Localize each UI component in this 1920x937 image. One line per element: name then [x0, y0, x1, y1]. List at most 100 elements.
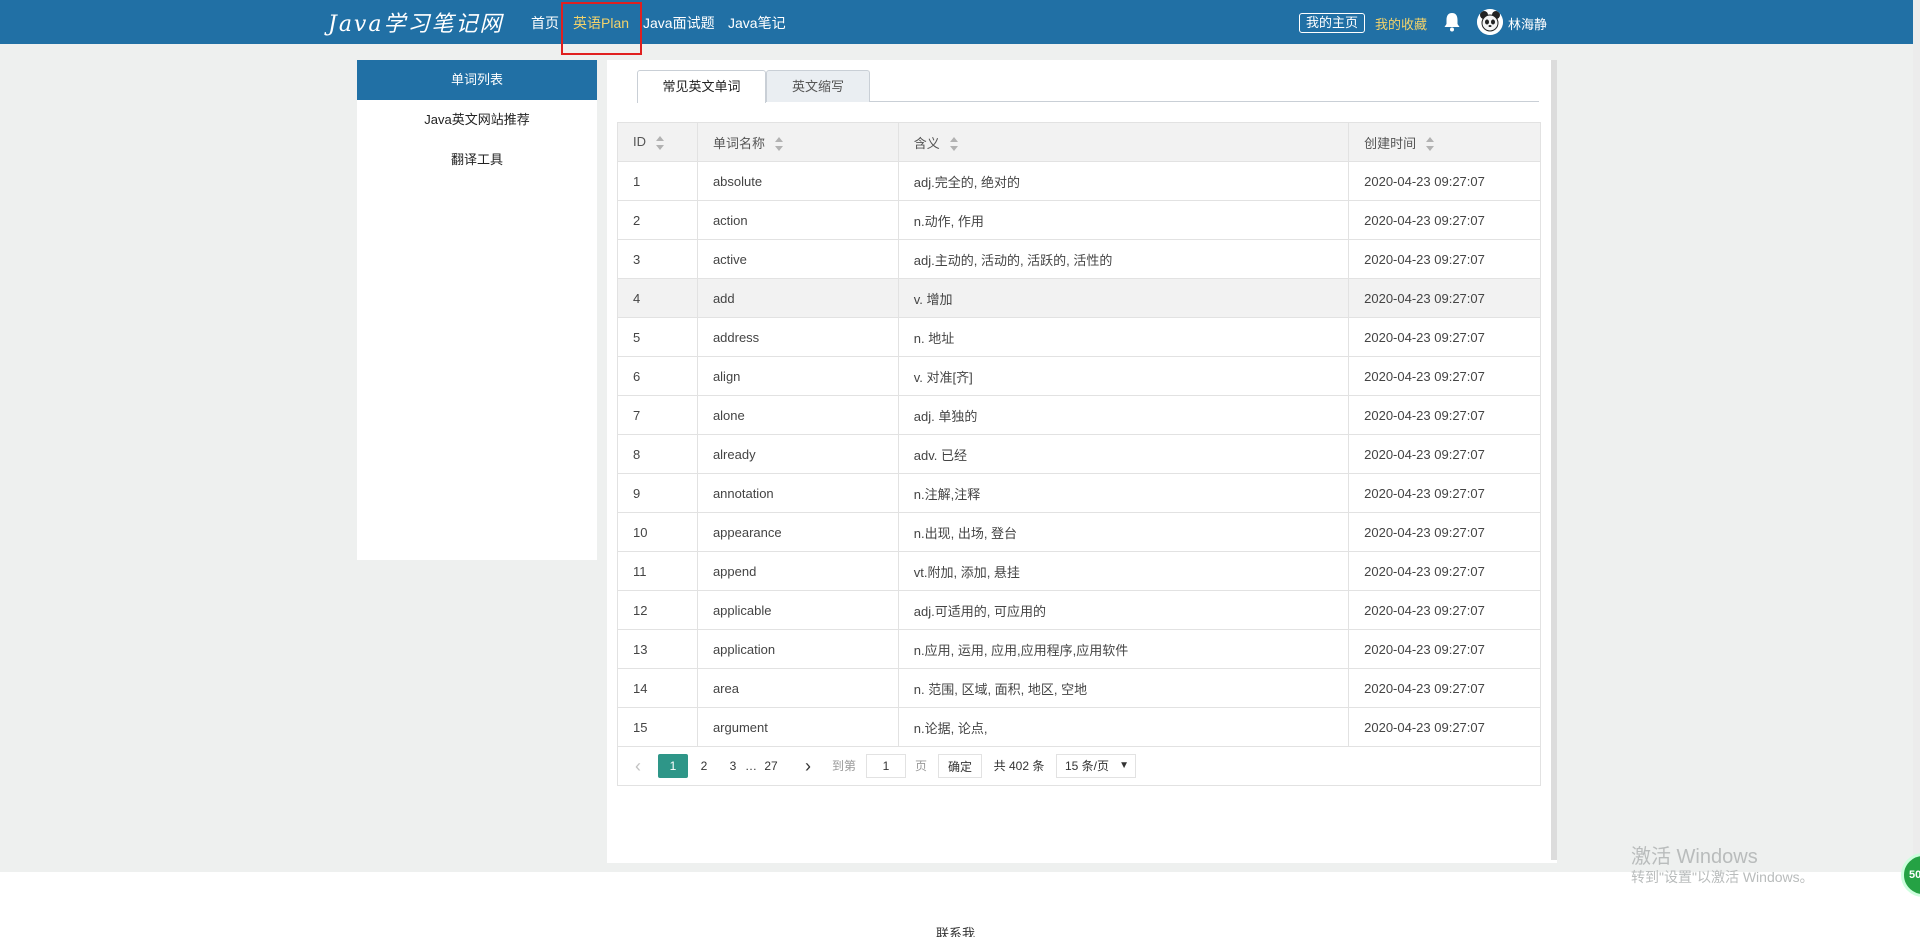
cell-id: 15: [617, 707, 698, 747]
cell-meaning: n.动作, 作用: [897, 200, 1350, 240]
contact-link[interactable]: 联系我: [936, 923, 975, 937]
cell-word: alone: [696, 395, 899, 435]
cell-id: 4: [617, 278, 698, 318]
cell-word: absolute: [696, 161, 899, 201]
nav-home[interactable]: 首页: [531, 13, 559, 33]
cell-id: 9: [617, 473, 698, 513]
cell-word: argument: [696, 707, 899, 747]
user-avatar[interactable]: [1477, 9, 1503, 35]
cell-id: 5: [617, 317, 698, 357]
cell-word: action: [696, 200, 899, 240]
goto-confirm-button[interactable]: 确定: [938, 754, 982, 778]
table-row[interactable]: 11 append vt.附加, 添加, 悬挂 2020-04-23 09:27:07: [617, 551, 1541, 591]
sort-icon[interactable]: [949, 137, 958, 152]
cell-created: 2020-04-23 09:27:07: [1348, 434, 1541, 474]
table-row[interactable]: 10 appearance n.出现, 出场, 登台 2020-04-23 09:27…: [617, 512, 1541, 552]
cell-created: 2020-04-23 09:27:07: [1348, 161, 1541, 201]
cell-id: 10: [617, 512, 698, 552]
my-favorites-link[interactable]: 我的收藏: [1375, 14, 1427, 33]
total-count: 共 402 条: [993, 759, 1045, 773]
table-row[interactable]: 5 address n. 地址 2020-04-23 09:27:07: [617, 317, 1541, 357]
table-row[interactable]: 14 area n. 范围, 区域, 面积, 地区, 空地 2020-04-23 09…: [617, 668, 1541, 708]
bell-icon[interactable]: [1443, 12, 1461, 32]
col-header-id[interactable]: ID: [617, 122, 698, 162]
page-1-button[interactable]: 1: [658, 754, 688, 778]
highlight-box: [561, 2, 642, 55]
page-size-select[interactable]: 15 条/页 ▼: [1056, 754, 1136, 778]
cell-word: append: [696, 551, 899, 591]
tab-bar: 常见英文单词 英文缩写: [637, 70, 1539, 103]
cell-meaning: n.应用, 运用, 应用,应用程序,应用软件: [897, 629, 1350, 669]
goto-page-input[interactable]: [866, 754, 906, 778]
cell-meaning: adj.完全的, 绝对的: [897, 161, 1350, 201]
col-header-word[interactable]: 单词名称: [696, 122, 899, 162]
page-27-button[interactable]: 27: [761, 754, 781, 778]
table-row[interactable]: 2 action n.动作, 作用 2020-04-23 09:27:07: [617, 200, 1541, 240]
table-row[interactable]: 3 active adj.主动的, 活动的, 活跃的, 活性的 2020-04-23 …: [617, 239, 1541, 279]
pagination: ‹ 1 2 3 … 27 › 到第 页 确定 共 402 条 15 条/页 ▼: [617, 746, 1541, 786]
col-header-meaning[interactable]: 含义: [897, 122, 1350, 162]
table-row[interactable]: 6 align v. 对准[齐] 2020-04-23 09:27:07: [617, 356, 1541, 396]
cell-created: 2020-04-23 09:27:07: [1348, 356, 1541, 396]
cell-created: 2020-04-23 09:27:07: [1348, 629, 1541, 669]
windows-activation-title: 激活 Windows: [1631, 846, 1758, 868]
sidebar-item-java-sites[interactable]: Java英文网站推荐: [357, 100, 597, 140]
user-name[interactable]: 林海静: [1508, 14, 1547, 33]
panel-scrollbar[interactable]: [1551, 60, 1557, 860]
cell-word: add: [696, 278, 899, 318]
cell-id: 3: [617, 239, 698, 279]
cell-meaning: n.出现, 出场, 登台: [897, 512, 1350, 552]
sidebar: 单词列表 Java英文网站推荐 翻译工具: [357, 60, 597, 560]
table-row[interactable]: 9 annotation n.注解,注释 2020-04-23 09:27:07: [617, 473, 1541, 513]
sort-icon[interactable]: [774, 137, 783, 152]
nav-java-interview[interactable]: Java面试题: [643, 13, 715, 33]
cell-id: 2: [617, 200, 698, 240]
cell-id: 13: [617, 629, 698, 669]
cell-created: 2020-04-23 09:27:07: [1348, 668, 1541, 708]
sort-icon[interactable]: [1426, 137, 1435, 152]
cell-word: already: [696, 434, 899, 474]
cell-created: 2020-04-23 09:27:07: [1348, 317, 1541, 357]
cell-word: applicable: [696, 590, 899, 630]
page-3-button[interactable]: 3: [725, 754, 741, 778]
prev-page-icon[interactable]: ‹: [630, 754, 646, 778]
cell-created: 2020-04-23 09:27:07: [1348, 395, 1541, 435]
sidebar-item-word-list[interactable]: 单词列表: [357, 60, 597, 100]
page-scrollbar[interactable]: [1913, 0, 1920, 872]
next-page-icon[interactable]: ›: [800, 754, 816, 778]
cell-meaning: n.论据, 论点,: [897, 707, 1350, 747]
cell-meaning: v. 增加: [897, 278, 1350, 318]
table-row[interactable]: 4 add v. 增加 2020-04-23 09:27:07: [617, 278, 1541, 318]
cell-word: application: [696, 629, 899, 669]
page-2-button[interactable]: 2: [696, 754, 712, 778]
tab-common-words[interactable]: 常见英文单词: [637, 70, 766, 103]
table-row[interactable]: 13 application n.应用, 运用, 应用,应用程序,应用软件 2020-…: [617, 629, 1541, 669]
cell-meaning: v. 对准[齐]: [897, 356, 1350, 396]
table-row[interactable]: 1 absolute adj.完全的, 绝对的 2020-04-23 09:27:07: [617, 161, 1541, 201]
cell-meaning: n. 范围, 区域, 面积, 地区, 空地: [897, 668, 1350, 708]
col-header-created[interactable]: 创建时间: [1348, 122, 1541, 162]
site-logo[interactable]: Java学习笔记网: [328, 6, 503, 38]
cell-meaning: adv. 已经: [897, 434, 1350, 474]
cell-id: 1: [617, 161, 698, 201]
cell-word: address: [696, 317, 899, 357]
table-row[interactable]: 7 alone adj. 单独的 2020-04-23 09:27:07: [617, 395, 1541, 435]
cell-created: 2020-04-23 09:27:07: [1348, 278, 1541, 318]
cell-word: active: [696, 239, 899, 279]
cell-created: 2020-04-23 09:27:07: [1348, 473, 1541, 513]
cell-created: 2020-04-23 09:27:07: [1348, 551, 1541, 591]
cell-id: 7: [617, 395, 698, 435]
table-row[interactable]: 15 argument n.论据, 论点, 2020-04-23 09:27:07: [617, 707, 1541, 747]
top-navbar: Java学习笔记网 首页 英语Plan Java面试题 Java笔记 我的主页 …: [0, 0, 1920, 55]
table-row[interactable]: 12 applicable adj.可适用的, 可应用的 2020-04-23 09:…: [617, 590, 1541, 630]
cell-meaning: vt.附加, 添加, 悬挂: [897, 551, 1350, 591]
sidebar-item-translate-tool[interactable]: 翻译工具: [357, 140, 597, 180]
cell-id: 6: [617, 356, 698, 396]
tab-abbreviations[interactable]: 英文缩写: [766, 70, 870, 102]
nav-java-notes[interactable]: Java笔记: [728, 13, 786, 33]
table-row[interactable]: 8 already adv. 已经 2020-04-23 09:27:07: [617, 434, 1541, 474]
sort-icon[interactable]: [656, 135, 664, 150]
cell-created: 2020-04-23 09:27:07: [1348, 512, 1541, 552]
my-home-button[interactable]: 我的主页: [1299, 13, 1366, 33]
goto-label: 到第: [831, 759, 856, 773]
